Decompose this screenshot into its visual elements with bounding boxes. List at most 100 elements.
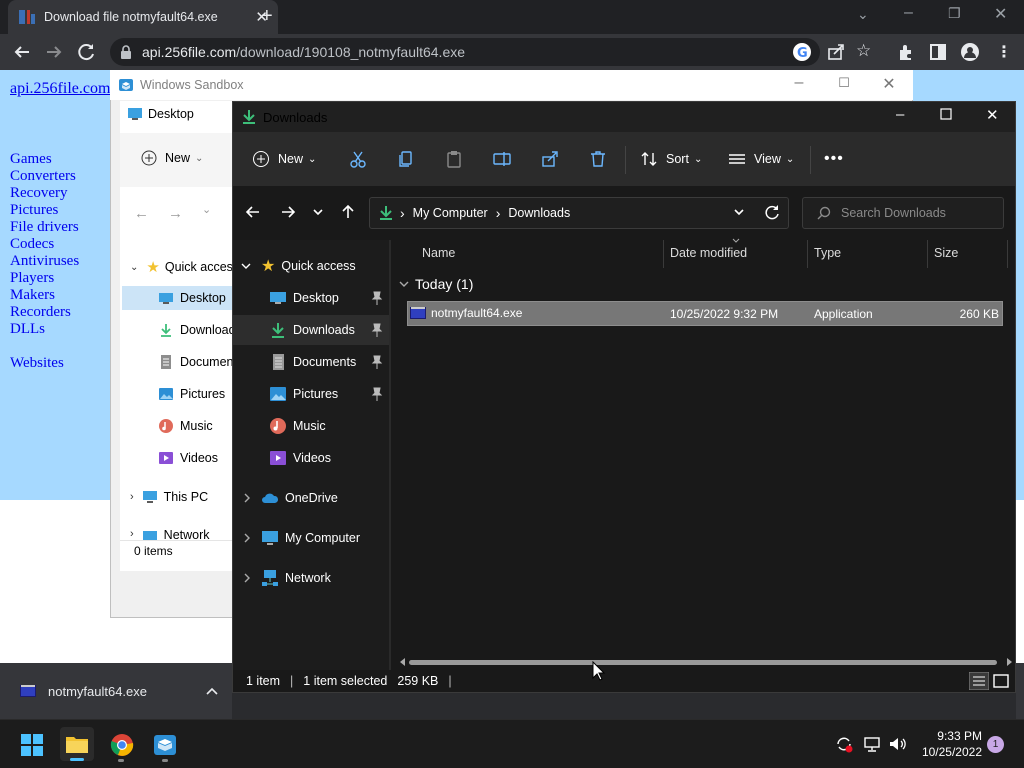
profile-avatar-icon[interactable] xyxy=(960,42,980,62)
light-item-desktop[interactable]: Desktop xyxy=(158,286,226,310)
bookmark-star-icon[interactable]: ☆ xyxy=(856,41,871,61)
rename-icon[interactable] xyxy=(493,150,511,168)
nav-videos[interactable]: Videos xyxy=(233,443,389,473)
nav-onedrive[interactable]: OneDrive xyxy=(233,483,389,513)
nav-link-recovery[interactable]: Recovery xyxy=(10,185,79,202)
horizontal-scrollbar[interactable] xyxy=(399,656,1013,668)
light-recent-icon[interactable]: ⌄ xyxy=(202,203,211,216)
explorer-close-icon[interactable]: ✕ xyxy=(986,106,999,124)
nav-link-pictures[interactable]: Pictures xyxy=(10,202,79,219)
nav-link-games[interactable]: Games xyxy=(10,151,79,168)
copy-icon[interactable] xyxy=(397,150,415,168)
column-header-type[interactable]: Type xyxy=(814,246,841,260)
column-separator[interactable] xyxy=(1007,240,1008,268)
nav-link-players[interactable]: Players xyxy=(10,270,79,287)
column-header-date[interactable]: Date modified xyxy=(670,246,747,260)
tab-search-icon[interactable]: ⌄ xyxy=(857,6,869,23)
recent-locations-icon[interactable] xyxy=(311,204,325,220)
nav-link-antiviruses[interactable]: Antiviruses xyxy=(10,253,79,270)
notification-badge[interactable]: 1 xyxy=(987,736,1004,753)
menu-kebab-icon[interactable]: ⋮ xyxy=(996,42,1012,62)
explorer-maximize-icon[interactable] xyxy=(940,108,952,120)
light-new-button[interactable]: New ⌄ xyxy=(141,150,203,166)
light-network[interactable]: › Network xyxy=(130,528,210,540)
nav-desktop[interactable]: Desktop xyxy=(233,283,389,313)
nav-link-websites[interactable]: Websites xyxy=(10,355,79,372)
address-bar[interactable]: api.256file.com /download/190108_notmyfa… xyxy=(110,38,820,66)
column-header-name[interactable]: Name xyxy=(422,246,455,260)
light-back-icon[interactable]: ← xyxy=(134,205,149,222)
tiles-view-icon[interactable] xyxy=(992,672,1010,690)
restore-icon[interactable]: ❐ xyxy=(948,5,961,22)
forward-icon[interactable] xyxy=(44,42,64,62)
cut-icon[interactable] xyxy=(349,150,367,168)
start-windows-icon[interactable] xyxy=(20,733,44,757)
breadcrumb-downloads[interactable]: Downloads xyxy=(508,206,570,220)
nav-link-codecs[interactable]: Codecs xyxy=(10,236,79,253)
sandbox-maximize-icon[interactable]: ☐ xyxy=(821,75,867,91)
nav-my-computer[interactable]: My Computer xyxy=(233,523,389,553)
group-header-today[interactable]: Today (1) xyxy=(399,276,473,292)
more-options-icon[interactable]: ••• xyxy=(824,150,844,168)
nav-link-recorders[interactable]: Recorders xyxy=(10,304,79,321)
site-logo-link[interactable]: api.256file.com xyxy=(10,80,110,98)
google-lens-icon[interactable]: G xyxy=(792,42,812,62)
sandbox-taskbar-icon[interactable] xyxy=(153,733,177,757)
minimize-icon[interactable]: – xyxy=(904,4,913,22)
nav-link-converters[interactable]: Converters xyxy=(10,168,79,185)
reload-icon[interactable] xyxy=(77,42,97,62)
light-item-pictures[interactable]: Pictures xyxy=(158,382,225,406)
new-tab-icon[interactable]: + xyxy=(261,5,273,28)
nav-link-makers[interactable]: Makers xyxy=(10,287,79,304)
nav-quick-access[interactable]: ★ Quick access xyxy=(233,251,389,281)
light-forward-icon[interactable]: → xyxy=(168,205,183,222)
breadcrumb-bar[interactable]: › My Computer › Downloads xyxy=(369,197,789,229)
light-item-documents[interactable]: Documents xyxy=(158,350,243,374)
table-row[interactable]: notmyfault64.exe 10/25/2022 9:32 PM Appl… xyxy=(407,301,1003,326)
column-separator[interactable] xyxy=(927,240,928,268)
sandbox-close-icon[interactable]: ✕ xyxy=(866,74,912,94)
column-separator[interactable] xyxy=(663,240,664,268)
sort-button[interactable]: Sort ⌄ xyxy=(640,150,702,168)
download-item-name[interactable]: notmyfault64.exe xyxy=(48,684,147,699)
nav-network[interactable]: Network xyxy=(233,563,389,593)
explorer-back-icon[interactable] xyxy=(245,204,261,220)
column-header-size[interactable]: Size xyxy=(934,246,958,260)
side-panel-icon[interactable] xyxy=(928,42,948,62)
new-button[interactable]: New ⌄ xyxy=(252,150,316,168)
nav-music[interactable]: Music xyxy=(233,411,389,441)
delete-icon[interactable] xyxy=(589,150,607,168)
volume-icon[interactable] xyxy=(888,735,908,753)
column-separator[interactable] xyxy=(807,240,808,268)
details-view-icon[interactable] xyxy=(969,672,989,690)
nav-link-dlls[interactable]: DLLs xyxy=(10,321,79,338)
nav-downloads[interactable]: Downloads xyxy=(233,315,389,345)
search-input[interactable]: Search Downloads xyxy=(802,197,1004,229)
light-this-pc[interactable]: › This PC xyxy=(130,490,208,504)
back-icon[interactable] xyxy=(12,42,32,62)
paste-icon[interactable] xyxy=(445,150,463,168)
sandbox-minimize-icon[interactable]: – xyxy=(776,74,822,92)
taskbar-clock[interactable]: 9:33 PM 10/25/2022 xyxy=(910,728,982,760)
nav-link-file-drivers[interactable]: File drivers xyxy=(10,219,79,236)
address-dropdown-icon[interactable] xyxy=(732,205,746,219)
sync-alert-icon[interactable] xyxy=(835,735,853,753)
extensions-icon[interactable] xyxy=(896,42,916,62)
explorer-forward-icon[interactable] xyxy=(280,204,296,220)
light-item-videos[interactable]: Videos xyxy=(158,446,218,470)
explorer-minimize-icon[interactable]: – xyxy=(896,106,904,123)
close-window-icon[interactable]: ✕ xyxy=(994,4,1007,24)
light-quick-access[interactable]: ⌄ ★ Quick access xyxy=(130,258,239,276)
nav-pictures[interactable]: Pictures xyxy=(233,379,389,409)
network-status-icon[interactable] xyxy=(863,735,881,753)
nav-documents[interactable]: Documents xyxy=(233,347,389,377)
breadcrumb-my-computer[interactable]: My Computer xyxy=(413,206,488,220)
light-item-downloads[interactable]: Downloads xyxy=(158,318,242,342)
share-icon[interactable] xyxy=(826,42,846,62)
view-button[interactable]: View ⌄ xyxy=(728,150,794,168)
chevron-up-icon[interactable] xyxy=(206,687,218,695)
refresh-icon[interactable] xyxy=(764,204,780,220)
light-item-music[interactable]: Music xyxy=(158,414,213,438)
chrome-icon[interactable] xyxy=(110,733,134,757)
up-folder-icon[interactable] xyxy=(340,204,356,220)
